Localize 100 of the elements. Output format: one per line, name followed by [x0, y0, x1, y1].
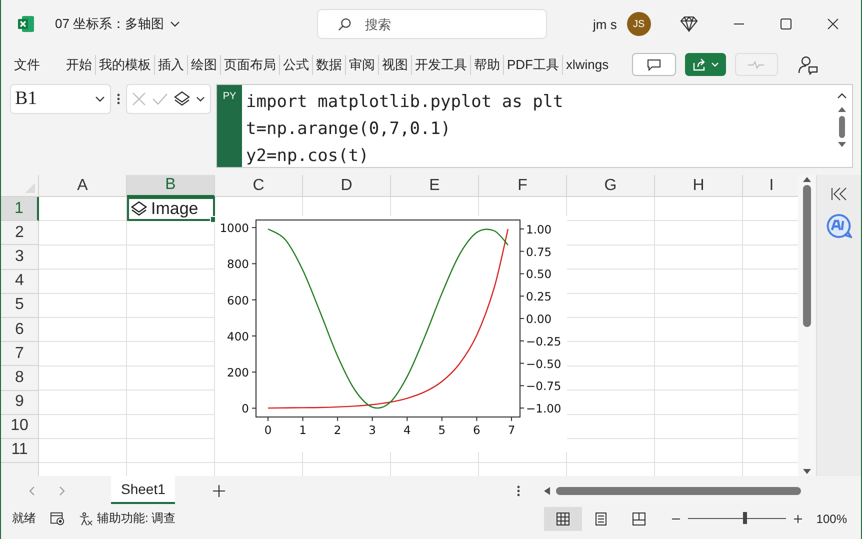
zoom-slider-thumb[interactable]	[743, 512, 748, 524]
column-header[interactable]: B	[127, 175, 215, 197]
x-tick	[510, 416, 512, 422]
layers-icon[interactable]	[174, 91, 190, 107]
column-header[interactable]: A	[39, 175, 127, 197]
collapse-icon[interactable]	[837, 93, 847, 99]
row-header[interactable]: 5	[1, 294, 39, 318]
scroll-up-icon[interactable]	[838, 107, 846, 112]
share-button[interactable]	[684, 53, 726, 76]
y-tick	[252, 227, 256, 228]
ribbon-tab[interactable]: 页面布局	[221, 56, 279, 74]
add-sheet-icon[interactable]	[213, 485, 226, 497]
y-tick-label: 0.50	[526, 267, 552, 282]
scrollbar-thumb[interactable]	[839, 116, 845, 138]
row-header[interactable]: 9	[1, 390, 39, 415]
ribbon-tab[interactable]: 帮助	[471, 56, 503, 74]
column-header[interactable]: F	[479, 175, 567, 197]
ribbon-tab[interactable]: 公式	[280, 56, 312, 74]
accessibility-icon	[79, 512, 93, 526]
chevron-down-icon	[170, 21, 180, 27]
scroll-down-icon[interactable]	[838, 142, 846, 147]
sheet-tab[interactable]: Sheet1	[111, 476, 176, 504]
y-tick-label: 0.00	[526, 312, 552, 326]
comment-icon	[646, 58, 661, 70]
ribbon-tab[interactable]: 我的模板	[96, 56, 154, 74]
more-options-icon[interactable]	[117, 93, 120, 105]
ribbon-tab[interactable]: 开始	[63, 56, 95, 74]
x-tick-label: 2	[334, 423, 342, 437]
user-name: jm s	[593, 16, 617, 32]
check-icon[interactable]	[152, 93, 168, 105]
ribbon-tab[interactable]: 文件	[11, 56, 43, 74]
active-cell[interactable]: Image	[127, 197, 215, 222]
maximize-icon[interactable]	[780, 18, 792, 30]
diamond-icon[interactable]	[680, 16, 698, 32]
ribbon-tab[interactable]: xlwings	[563, 57, 612, 72]
ribbon-tab[interactable]: 数据	[313, 56, 345, 74]
row-header[interactable]: 6	[1, 318, 39, 342]
scroll-down-icon[interactable]	[803, 469, 812, 474]
collapse-panel-icon[interactable]	[831, 187, 848, 201]
column-header[interactable]: G	[567, 175, 655, 197]
grid-icon	[556, 512, 570, 526]
y-tick-label: 0	[242, 402, 249, 416]
column-header[interactable]: E	[391, 175, 479, 197]
scroll-up-icon[interactable]	[803, 177, 812, 182]
row-header[interactable]: 8	[1, 366, 39, 390]
caret-icon	[710, 62, 719, 67]
scrollbar-thumb[interactable]	[803, 185, 812, 327]
y-tick	[520, 340, 524, 342]
search-field[interactable]: 搜索	[317, 9, 547, 39]
user-avatar[interactable]: JS	[626, 12, 651, 36]
column-header[interactable]: I	[743, 175, 798, 197]
row-header[interactable]: 3	[1, 245, 39, 270]
y-tick-label: −0.50	[526, 356, 562, 371]
previous-sheet-icon[interactable]	[29, 486, 35, 496]
x-tick	[302, 416, 304, 422]
next-sheet-icon[interactable]	[59, 486, 65, 496]
ribbon-tab[interactable]: 插入	[155, 56, 187, 74]
x-tick-label: 6	[473, 423, 480, 437]
row-header[interactable]: 7	[1, 342, 39, 366]
row-header[interactable]: 2	[1, 221, 39, 246]
y-tick	[520, 273, 524, 274]
search-icon	[337, 17, 352, 32]
zoom-in-icon[interactable]	[794, 514, 802, 522]
column-header[interactable]: D	[303, 175, 391, 197]
code-line: t=np.arange(0,7,0.1)	[246, 118, 452, 141]
more-options-icon[interactable]	[517, 485, 520, 497]
x-tick	[337, 416, 338, 422]
person-feedback-icon[interactable]	[798, 54, 818, 74]
y-tick-label: 800	[227, 257, 249, 272]
ribbon-tab[interactable]: 审阅	[346, 56, 378, 74]
chevron-down-icon[interactable]	[196, 96, 205, 102]
y-tick-label: 0.75	[526, 244, 552, 259]
row-header[interactable]: 11	[1, 438, 39, 464]
column-header[interactable]: C	[215, 175, 303, 197]
row-header[interactable]: 1	[1, 197, 39, 222]
ribbon-tab[interactable]: 绘图	[188, 56, 220, 74]
x-tick-label: 3	[368, 423, 376, 437]
row-header[interactable]: 10	[1, 414, 39, 439]
scroll-left-icon[interactable]	[544, 487, 550, 495]
zoom-level[interactable]: 100%	[816, 512, 847, 526]
accessibility-button[interactable]: 辅助功能: 调查	[79, 510, 176, 527]
x-tick-label: 5	[438, 423, 446, 437]
ribbon-tab[interactable]: 视图	[379, 56, 411, 74]
y-tick-label: 200	[227, 366, 249, 380]
column-header[interactable]: H	[655, 175, 743, 197]
view-button[interactable]	[544, 506, 582, 530]
y-tick-label: 400	[227, 329, 249, 344]
scrollbar-thumb[interactable]	[556, 487, 801, 495]
x-tick	[476, 416, 478, 422]
ribbon-tab[interactable]: 开发工具	[412, 56, 470, 74]
row-header[interactable]: 4	[1, 270, 39, 294]
close-icon[interactable]	[826, 18, 839, 30]
document-title[interactable]: 07 坐标系：多轴图	[55, 15, 317, 33]
chat-bubble-icon[interactable]	[826, 213, 852, 239]
ribbon-tab[interactable]: PDF工具	[504, 56, 562, 74]
y-tick	[252, 263, 256, 264]
comments-button[interactable]	[632, 53, 676, 76]
y-tick	[520, 296, 524, 297]
macro-recording-icon[interactable]	[50, 511, 65, 526]
name-box[interactable]: B1	[10, 84, 111, 114]
